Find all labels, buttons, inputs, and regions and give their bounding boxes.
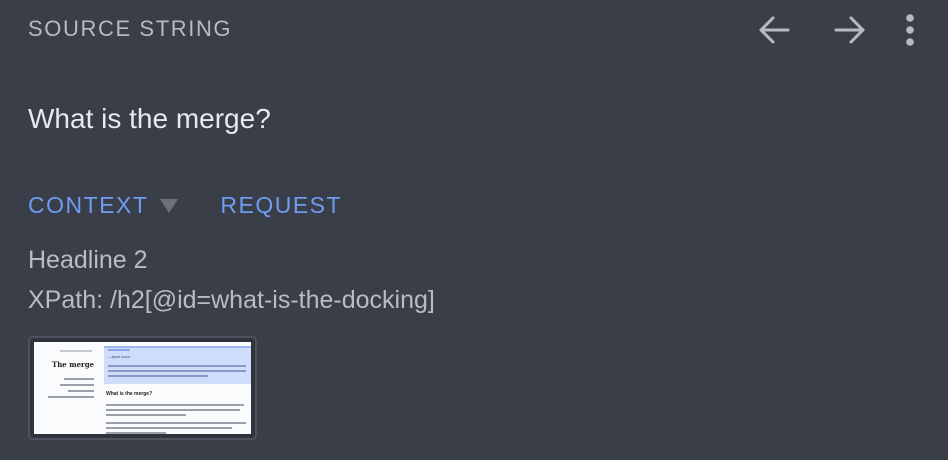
thumbnail-text-line [106,414,186,416]
tab-request-label: REQUEST [220,192,343,218]
thumbnail-toc-line [60,384,94,386]
element-xpath: XPath: /h2[@id=what-is-the-docking] [28,286,435,314]
thumbnail-page-title: The merge [52,360,95,369]
arrow-right-icon [834,16,865,44]
thumbnail-sidebar: The merge [34,342,100,434]
thumbnail-box-line [108,349,130,351]
thumbnail-box-title: —ерге сооо [108,354,130,359]
previous-button[interactable] [752,8,796,52]
thumbnail-text-line [106,404,244,406]
arrow-left-icon [759,16,790,44]
source-string-header: SOURCE STRING [28,16,233,41]
context-tabs: CONTEXT REQUEST [28,192,342,219]
more-options-button[interactable] [896,8,924,52]
more-vertical-icon [906,14,914,46]
thumbnail-text-line [106,409,240,411]
next-button[interactable] [828,8,872,52]
tab-context-label: CONTEXT [28,192,149,218]
thumbnail-nav-line [60,350,92,352]
thumbnail-box-line [108,375,208,377]
thumbnail-toc-line [68,390,94,392]
tab-request[interactable]: REQUEST [220,192,342,219]
thumbnail-text-line [106,427,232,429]
thumbnail-text-line [106,432,166,434]
thumbnail-box-line [108,370,246,372]
element-type: Headline 2 [28,246,148,274]
thumbnail-toc-line [64,378,94,380]
tab-context[interactable]: CONTEXT [28,192,179,219]
toolbar [720,8,924,52]
thumbnail-box-line [108,365,246,367]
caret-down-icon [160,198,179,213]
thumbnail-toc-line [48,396,94,398]
screenshot-thumbnail[interactable]: The merge —ерге сооо What is the merge? [28,336,257,440]
thumbnail-page: The merge —ерге сооо What is the merge? [34,342,251,434]
thumbnail-heading: What is the merge? [106,391,153,397]
thumbnail-callout-box: —ерге сооо [104,346,251,384]
thumbnail-text-line [106,422,246,424]
source-string-text: What is the merge? [28,103,271,134]
